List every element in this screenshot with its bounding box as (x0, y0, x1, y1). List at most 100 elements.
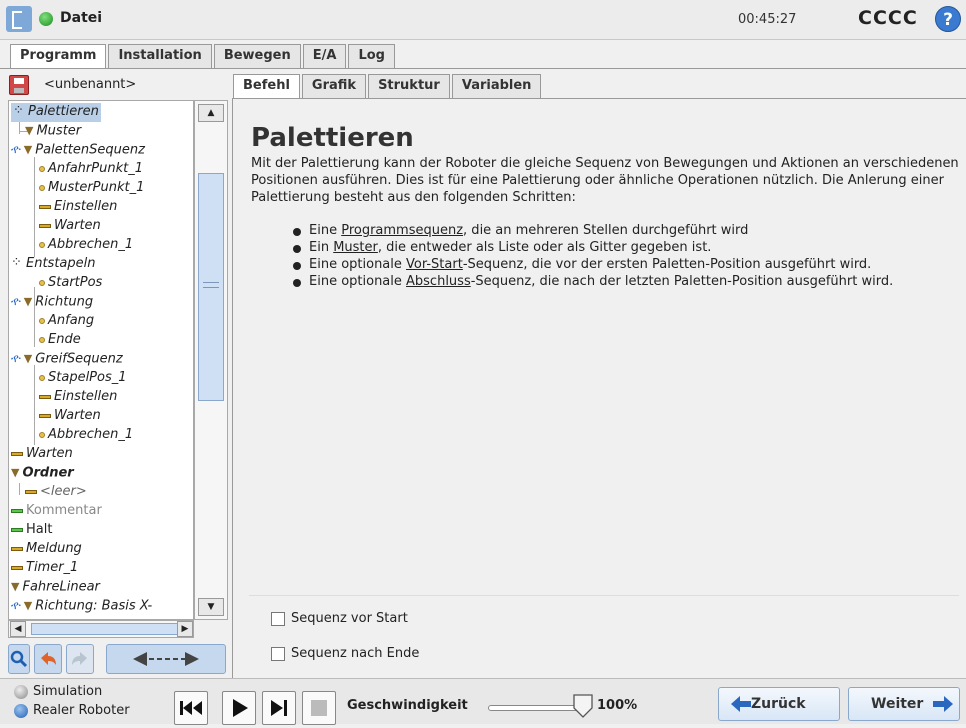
search-icon[interactable] (8, 644, 30, 674)
tree-node[interactable]: <leer> (25, 483, 87, 502)
move-node-icon[interactable] (106, 644, 226, 674)
redo-icon[interactable] (66, 644, 94, 674)
tab-grafik[interactable]: Grafik (301, 74, 367, 98)
simulation-radio[interactable]: Simulation (14, 684, 102, 699)
program-tree[interactable]: Palettieren ▼Muster ዯ▼PalettenSequenz An… (8, 100, 194, 620)
tree-horizontal-scrollbar[interactable]: ◀ ▶ (8, 620, 194, 638)
back-button[interactable]: Zurück (718, 687, 840, 721)
tree-node[interactable]: Einstellen (39, 388, 117, 407)
tab-befehl[interactable]: Befehl (233, 74, 300, 98)
tree-node[interactable]: Meldung (11, 540, 82, 559)
folder-triangle-icon: ▼ (11, 580, 20, 593)
sub-tabs: Befehl Grafik Struktur Variablen (233, 74, 543, 98)
tree-node[interactable]: ▼ FahreLinear (11, 578, 100, 597)
tree-node[interactable]: StapelPos_1 (39, 369, 127, 388)
scroll-down-icon[interactable]: ▼ (198, 598, 224, 616)
tree-node[interactable]: Warten (11, 445, 73, 464)
tree-node[interactable]: Halt (11, 521, 52, 540)
scroll-up-icon[interactable]: ▲ (198, 104, 224, 122)
tree-node[interactable]: Abbrechen_1 (39, 426, 133, 445)
tree-node[interactable]: ▼ Ordner (11, 464, 74, 483)
tree-line (34, 365, 35, 445)
scroll-right-icon[interactable]: ▶ (177, 621, 193, 637)
expand-icon[interactable]: ዯ (11, 141, 21, 159)
tree-node[interactable]: ዯ ▼ PalettenSequenz (11, 141, 145, 160)
scroll-left-icon[interactable]: ◀ (10, 621, 26, 637)
top-bar: Datei 00:45:27 CCCC ? (0, 0, 966, 40)
tree-node[interactable]: Palettieren (11, 102, 101, 122)
comment-icon (11, 508, 23, 513)
vor-start-link[interactable]: Vor-Start (406, 257, 463, 272)
tree-node[interactable]: MusterPunkt_1 (39, 179, 144, 198)
pallet-icon (11, 254, 23, 272)
tab-log[interactable]: Log (348, 44, 395, 68)
waypoint-icon (39, 317, 45, 324)
expand-icon[interactable]: ዯ (11, 597, 21, 615)
tab-variablen[interactable]: Variablen (451, 74, 542, 98)
play-button[interactable] (222, 691, 256, 725)
ur-logo-icon (6, 6, 32, 32)
post-end-checkbox[interactable]: Sequenz nach Ende (271, 646, 419, 661)
checkbox-box[interactable] (271, 611, 285, 626)
tree-node[interactable]: Timer_1 (11, 559, 78, 578)
speed-value: 100% (597, 698, 638, 713)
help-icon[interactable]: ? (935, 6, 961, 32)
list-item: Eine optionale Vor-Start-Sequenz, die vo… (293, 257, 957, 273)
tree-node[interactable]: Ende (39, 331, 81, 350)
halt-icon (11, 527, 23, 532)
tree-node[interactable]: Abbrechen_1 (39, 236, 133, 255)
programmsequenz-link[interactable]: Programmsequenz (341, 223, 463, 238)
next-button[interactable]: Weiter (848, 687, 960, 721)
skip-back-button[interactable] (174, 691, 208, 725)
tree-node[interactable]: ዯ ▼ Richtung: Basis X- (11, 597, 152, 616)
tree-node[interactable]: ▼ Muster (25, 122, 81, 141)
radio-icon[interactable] (14, 703, 28, 718)
tab-bewegen[interactable]: Bewegen (213, 44, 301, 68)
expand-icon[interactable]: ዯ (11, 350, 21, 368)
tree-node[interactable]: AnfahrPunkt_1 (39, 160, 143, 179)
wait-icon (39, 223, 51, 228)
step-button[interactable] (262, 691, 296, 725)
tree-node[interactable]: Warten (39, 217, 101, 236)
tree-node[interactable]: Warten (39, 407, 101, 426)
tree-node[interactable]: ዯ ▼ Richtung (11, 293, 93, 312)
set-icon (39, 394, 51, 399)
step-icon (271, 700, 287, 716)
tree-node[interactable]: Kommentar (11, 502, 102, 521)
waypoint-icon (39, 336, 45, 343)
tab-ea[interactable]: E/A (302, 44, 347, 68)
tab-programm[interactable]: Programm (10, 44, 107, 68)
page-title: Palettieren (251, 123, 414, 153)
list-item: Eine Programmsequenz, die an mehreren St… (293, 223, 957, 239)
save-icon[interactable] (9, 75, 29, 95)
muster-link[interactable]: Muster (333, 240, 378, 255)
undo-icon[interactable] (34, 644, 62, 674)
real-robot-radio[interactable]: Realer Roboter (14, 703, 130, 718)
radio-icon[interactable] (14, 684, 28, 699)
checkbox-box[interactable] (271, 646, 285, 661)
tree-node[interactable]: StartPos (39, 274, 102, 293)
file-menu[interactable]: Datei (60, 10, 102, 26)
wait-icon (39, 413, 51, 418)
speed-slider[interactable] (488, 705, 580, 711)
tree-node[interactable]: ዯ ▼ GreifSequenz (11, 350, 123, 369)
tree-vertical-scrollbar[interactable]: ▲ ▼ (194, 100, 228, 620)
folder-triangle-icon: ▼ (25, 124, 34, 137)
robot-status-icon (39, 12, 53, 26)
stop-button[interactable] (302, 691, 336, 725)
tree-node[interactable]: Einstellen (39, 198, 117, 217)
tree-node[interactable]: Anfang (39, 312, 94, 331)
speed-slider-handle[interactable] (572, 693, 594, 719)
tab-struktur[interactable]: Struktur (368, 74, 450, 98)
empty-icon (25, 489, 37, 494)
scroll-thumb[interactable] (198, 173, 224, 401)
waypoint-icon (39, 279, 45, 286)
pre-start-checkbox[interactable]: Sequenz vor Start (271, 611, 408, 626)
timer-icon (11, 565, 23, 570)
tree-node[interactable]: Entstapeln (11, 254, 96, 274)
tab-installation[interactable]: Installation (108, 44, 212, 68)
expand-icon[interactable]: ዯ (11, 293, 21, 311)
command-panel: Palettieren Mit der Palettierung kann de… (232, 98, 966, 678)
abschluss-link[interactable]: Abschluss (406, 274, 471, 289)
scroll-thumb[interactable] (31, 623, 181, 635)
